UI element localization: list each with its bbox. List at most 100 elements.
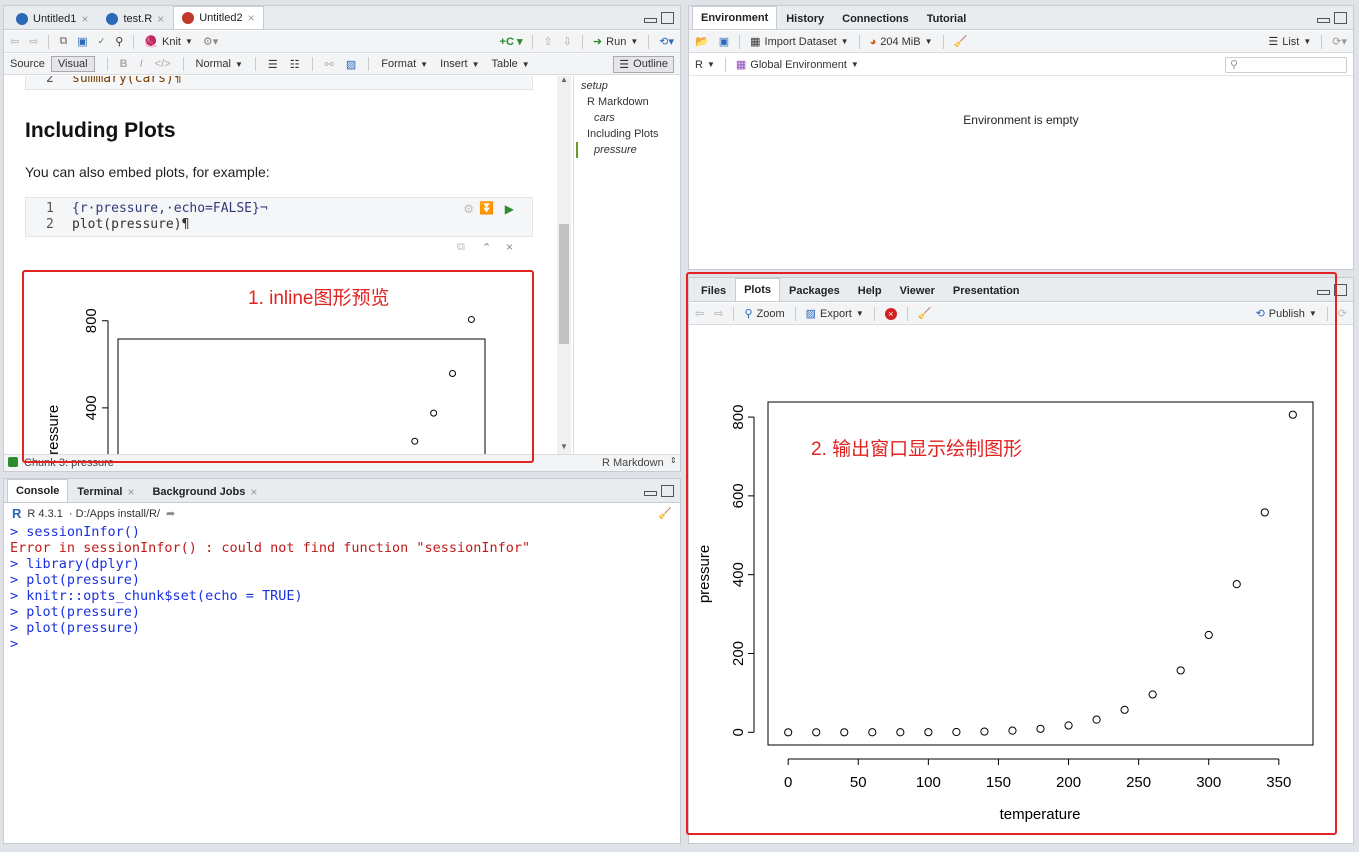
console-tabbar: Console Terminal × Background Jobs ×	[4, 479, 680, 503]
up-arrow-icon[interactable]: ⇧	[543, 35, 552, 48]
outline-item-r-markdown[interactable]: R Markdown	[587, 96, 649, 108]
separator	[858, 34, 860, 49]
tab-label: Untitled2	[199, 12, 243, 24]
separator	[133, 34, 135, 49]
tab-console[interactable]: Console	[7, 479, 69, 502]
outline-item-cars[interactable]: cars	[594, 112, 615, 124]
memory-pie-icon: ◕	[869, 35, 877, 48]
close-icon[interactable]: ×	[127, 485, 134, 499]
console-command-line: >	[10, 636, 19, 652]
forward-arrow-icon[interactable]: ⇨	[29, 35, 38, 48]
show-in-window-icon[interactable]: ⧉	[59, 35, 67, 48]
separator	[1321, 34, 1323, 49]
maximize-icon[interactable]	[1334, 12, 1347, 24]
close-icon[interactable]: ×	[157, 12, 164, 26]
gear-icon[interactable]: ⚙▾	[203, 35, 218, 48]
language-selector[interactable]: R ▼	[695, 59, 715, 71]
run-chunk-icon[interactable]: ▶	[505, 202, 514, 216]
minimize-icon[interactable]	[644, 491, 657, 496]
publish-icon[interactable]: ⟲▾	[659, 35, 674, 48]
goto-directory-icon[interactable]: ➦	[166, 507, 175, 520]
maximize-icon[interactable]	[661, 485, 674, 497]
tab-label: History	[786, 12, 825, 25]
outline-item-pressure[interactable]: pressure	[594, 144, 637, 156]
minimize-icon[interactable]	[644, 18, 657, 23]
clear-output-icon[interactable]: ×	[506, 240, 513, 254]
tab-label: Environment	[701, 12, 769, 24]
run-button[interactable]: ➜ Run ▼	[593, 35, 638, 49]
load-workspace-icon[interactable]: 📂	[695, 35, 709, 48]
tab-terminal[interactable]: Terminal ×	[68, 480, 143, 502]
import-dataset-button[interactable]: ▦ Import Dataset ▼	[750, 35, 848, 49]
code-button[interactable]: </>	[155, 58, 171, 70]
view-mode-dropdown[interactable]: ☰ List ▼	[1268, 35, 1311, 49]
separator	[942, 34, 944, 49]
list-icon: ☰	[1268, 36, 1279, 48]
close-icon[interactable]: ×	[248, 11, 255, 25]
save-workspace-icon[interactable]: ▣	[719, 35, 729, 48]
tab-label: Terminal	[77, 485, 123, 498]
copy-output-icon[interactable]: ⧉	[457, 241, 465, 254]
scroll-up-icon[interactable]: ▲	[560, 75, 568, 84]
run-previous-chunks-icon[interactable]: ⏬	[479, 201, 494, 215]
broom-icon[interactable]: 🧹	[954, 35, 968, 48]
insert-menu[interactable]: Insert ▼	[440, 58, 479, 70]
scrollbar-track[interactable]: ▲ ▼	[557, 75, 571, 454]
scroll-down-icon[interactable]: ▼	[560, 442, 568, 451]
tab-history[interactable]: History	[777, 7, 833, 29]
knit-button[interactable]: 🧶 Knit ▼	[144, 35, 193, 49]
outline-active-marker	[576, 142, 578, 158]
image-icon[interactable]: ▨	[346, 58, 356, 71]
editor-toolbar: ⇦ ⇨ ⧉ ▣ ✓ ⚲ 🧶 Knit ▼ ⚙▾ +C ▾ ⇧ ⇩ ➜ Run ▼…	[4, 31, 680, 53]
memory-usage-button[interactable]: ◕ 204 MiB ▼	[870, 36, 933, 48]
spellcheck-icon[interactable]: ✓	[98, 36, 106, 47]
outline-item-setup[interactable]: setup	[581, 80, 608, 92]
code-chunk-cars[interactable]: 2 summary(cars)¶	[25, 76, 533, 90]
list-label: List	[1282, 35, 1300, 48]
code-chunk-pressure[interactable]: 1 {r·pressure,·echo=FALSE}¬ 2 plot(press…	[25, 197, 533, 237]
numbered-list-icon[interactable]: ☷	[290, 58, 300, 71]
bullet-list-icon[interactable]: ☰	[268, 58, 278, 71]
tab-untitled1[interactable]: Untitled1 ×	[7, 7, 97, 29]
tab-tutorial[interactable]: Tutorial	[918, 7, 976, 29]
editor-format-toolbar: Source Visual B I </> Normal ▼ ☰ ☷ ⚯ ▨ F…	[4, 54, 680, 75]
refresh-icon[interactable]: ⟳▾	[1332, 35, 1347, 48]
block-format-dropdown[interactable]: Normal ▼	[196, 58, 243, 70]
tab-test-r[interactable]: test.R ×	[97, 7, 173, 29]
maximize-icon[interactable]	[661, 12, 674, 24]
tab-environment[interactable]: Environment	[692, 6, 778, 29]
outline-item-including-plots[interactable]: Including Plots	[587, 128, 659, 140]
insert-chunk-icon[interactable]: +C ▾	[500, 35, 523, 48]
source-mode-button[interactable]: Source	[10, 58, 45, 70]
bold-button[interactable]: B	[120, 58, 128, 70]
chunk-options-gear-icon[interactable]: ⚙	[463, 202, 474, 216]
search-icon[interactable]: ⚲	[115, 35, 123, 48]
document-type-selector[interactable]: R Markdown	[602, 457, 664, 469]
visual-mode-button[interactable]: Visual	[50, 56, 95, 72]
refresh-icon[interactable]: ⟳	[1338, 307, 1347, 320]
environment-selector[interactable]: ▦ Global Environment ▼	[736, 58, 859, 72]
down-arrow-icon[interactable]: ⇩	[563, 35, 572, 48]
collapse-output-icon[interactable]: ⌃	[482, 241, 491, 254]
close-icon[interactable]: ×	[250, 485, 257, 499]
chevron-down-icon: ▼	[924, 37, 933, 46]
tab-untitled2[interactable]: Untitled2 ×	[173, 6, 264, 29]
outline-button[interactable]: ☰ Outline	[613, 55, 674, 73]
back-arrow-icon[interactable]: ⇦	[10, 35, 19, 48]
table-label: Table	[491, 58, 518, 70]
console-output[interactable]: > sessionInfor() Error in sessionInfor() …	[10, 524, 674, 834]
clear-console-icon[interactable]: 🧹	[658, 507, 672, 520]
italic-button[interactable]: I	[140, 58, 143, 70]
table-menu[interactable]: Table ▼	[492, 58, 530, 70]
scrollbar-thumb[interactable]	[559, 224, 569, 344]
save-icon[interactable]: ▣	[77, 35, 87, 48]
rmarkdown-icon	[182, 12, 195, 24]
tab-background-jobs[interactable]: Background Jobs ×	[143, 480, 266, 502]
close-icon[interactable]: ×	[81, 12, 88, 26]
format-menu[interactable]: Format ▼	[381, 58, 428, 70]
link-icon[interactable]: ⚯	[325, 58, 334, 71]
working-directory[interactable]: · D:/Apps install/R/	[69, 508, 160, 520]
environment-search-input[interactable]: ⚲	[1225, 56, 1347, 73]
tab-connections[interactable]: Connections	[833, 7, 918, 29]
minimize-icon[interactable]	[1317, 18, 1330, 23]
